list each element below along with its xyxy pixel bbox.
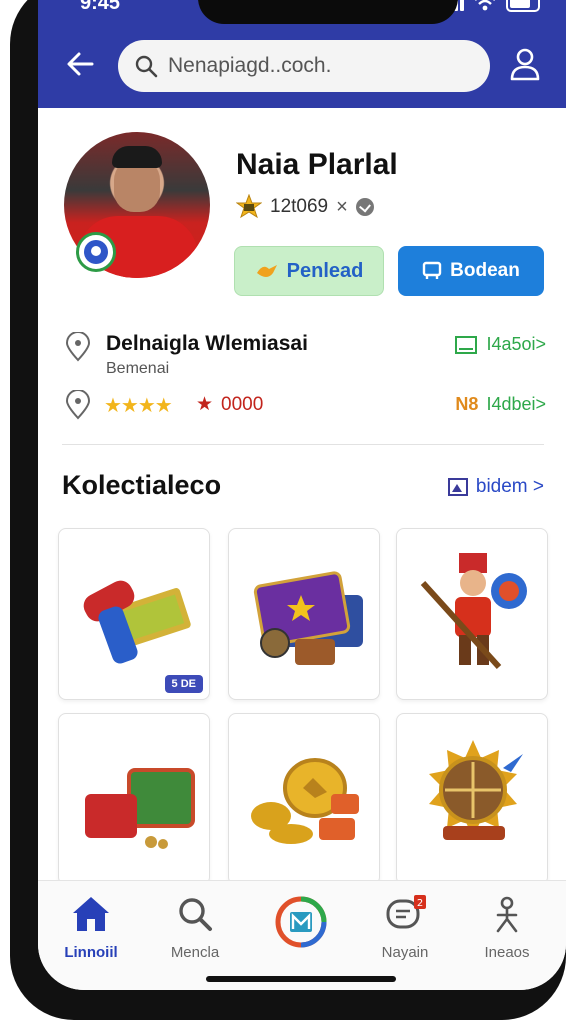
gift-box-icon — [85, 768, 195, 849]
message-icon — [422, 261, 442, 279]
chat-icon: 2 — [386, 895, 426, 929]
app-screen: 9:45 Nenapiagd..coch. Naia Plarlal 12t06… — [38, 0, 566, 990]
bird-icon — [256, 265, 277, 277]
collection-item[interactable] — [396, 713, 548, 885]
chat-badge-count: 2 — [417, 898, 423, 909]
rank-badge-icon — [236, 194, 262, 219]
search-icon — [135, 55, 158, 78]
collection-item[interactable]: 5 DE — [58, 528, 210, 700]
location-stat-value: I4a5oi> — [486, 334, 546, 354]
see-all-label: bidem > — [475, 476, 544, 497]
location-stat[interactable]: I4a5oi> — [454, 334, 546, 355]
nav-profile[interactable]: Ineaos — [462, 895, 552, 961]
item-badge: 5 DE — [164, 675, 203, 693]
nav-center-app[interactable] — [256, 895, 346, 954]
phone-frame: 9:45 Nenapiagd..coch. Naia Plarlal 12t06… — [10, 0, 566, 1020]
rating-stat[interactable]: N8 I4dbei> — [455, 394, 546, 415]
image-icon — [455, 335, 478, 354]
nav-home[interactable]: Linnoiil — [46, 895, 136, 961]
back-button[interactable] — [62, 46, 98, 82]
nav-chat[interactable]: 2 Nayain — [360, 895, 450, 961]
wifi-icon — [475, 0, 495, 11]
rating-stat-prefix: N8 — [455, 394, 479, 414]
avatar-verified-badge-icon — [76, 232, 116, 272]
collection-item[interactable] — [58, 713, 210, 885]
shield-emblem-icon — [429, 740, 523, 840]
points-value: 0000 — [221, 393, 264, 415]
profile-name: Naia Plarlal — [236, 148, 398, 181]
rank-value: 12t069 — [270, 196, 329, 217]
warrior-figure-icon — [420, 553, 527, 670]
rank-row: 12t069 × — [236, 194, 374, 220]
location-title: Delnaigla Wlemiasai — [106, 332, 308, 355]
points-row: ★ 0000 — [196, 393, 263, 416]
rolled-scroll-icon — [83, 580, 191, 664]
figure-icon — [496, 896, 518, 933]
nav-home-label: Linnoiil — [64, 944, 118, 961]
follow-button[interactable]: Penlead — [234, 246, 384, 296]
nav-search[interactable]: Mencla — [150, 895, 240, 961]
rating-stat-value: I4dbei> — [486, 394, 546, 414]
card-deck-icon — [253, 571, 363, 665]
location-pin-icon — [65, 332, 91, 362]
message-button[interactable]: Bodean — [398, 246, 544, 296]
search-icon — [179, 898, 212, 931]
home-indicator — [206, 976, 396, 982]
follow-label: Penlead — [286, 259, 364, 282]
nav-profile-label: Ineaos — [484, 944, 530, 961]
rank-close-mark: × — [336, 195, 348, 218]
center-app-icon — [275, 896, 327, 948]
check-icon — [355, 198, 374, 216]
gold-coins-icon — [251, 758, 359, 844]
collection-icon — [447, 478, 468, 496]
rating-stars: ★★★★ — [104, 395, 173, 417]
star-small-icon: ★ — [196, 394, 214, 415]
bottom-navigation: Linnoiil Mencla 2 Nayain Ineaos — [38, 880, 566, 990]
collection-title: Kolectialeco — [62, 470, 222, 500]
status-time: 9:45 — [80, 0, 121, 14]
location-pin-icon — [65, 390, 91, 420]
collection-item[interactable] — [228, 713, 380, 885]
collection-item[interactable] — [396, 528, 548, 700]
nav-chat-label: Nayain — [381, 944, 429, 961]
home-icon — [73, 897, 109, 931]
profile-button[interactable] — [508, 46, 542, 82]
location-subtitle: Bemenai — [106, 360, 170, 377]
battery-icon — [506, 0, 540, 12]
search-input[interactable] — [168, 54, 468, 78]
device-notch — [198, 0, 458, 24]
search-bar[interactable] — [118, 40, 490, 92]
avatar-hair — [112, 146, 162, 168]
collection-item[interactable] — [228, 528, 380, 700]
see-all-link[interactable]: bidem > — [447, 476, 544, 498]
divider — [62, 444, 544, 445]
message-label: Bodean — [450, 260, 520, 281]
nav-search-label: Mencla — [170, 944, 220, 961]
